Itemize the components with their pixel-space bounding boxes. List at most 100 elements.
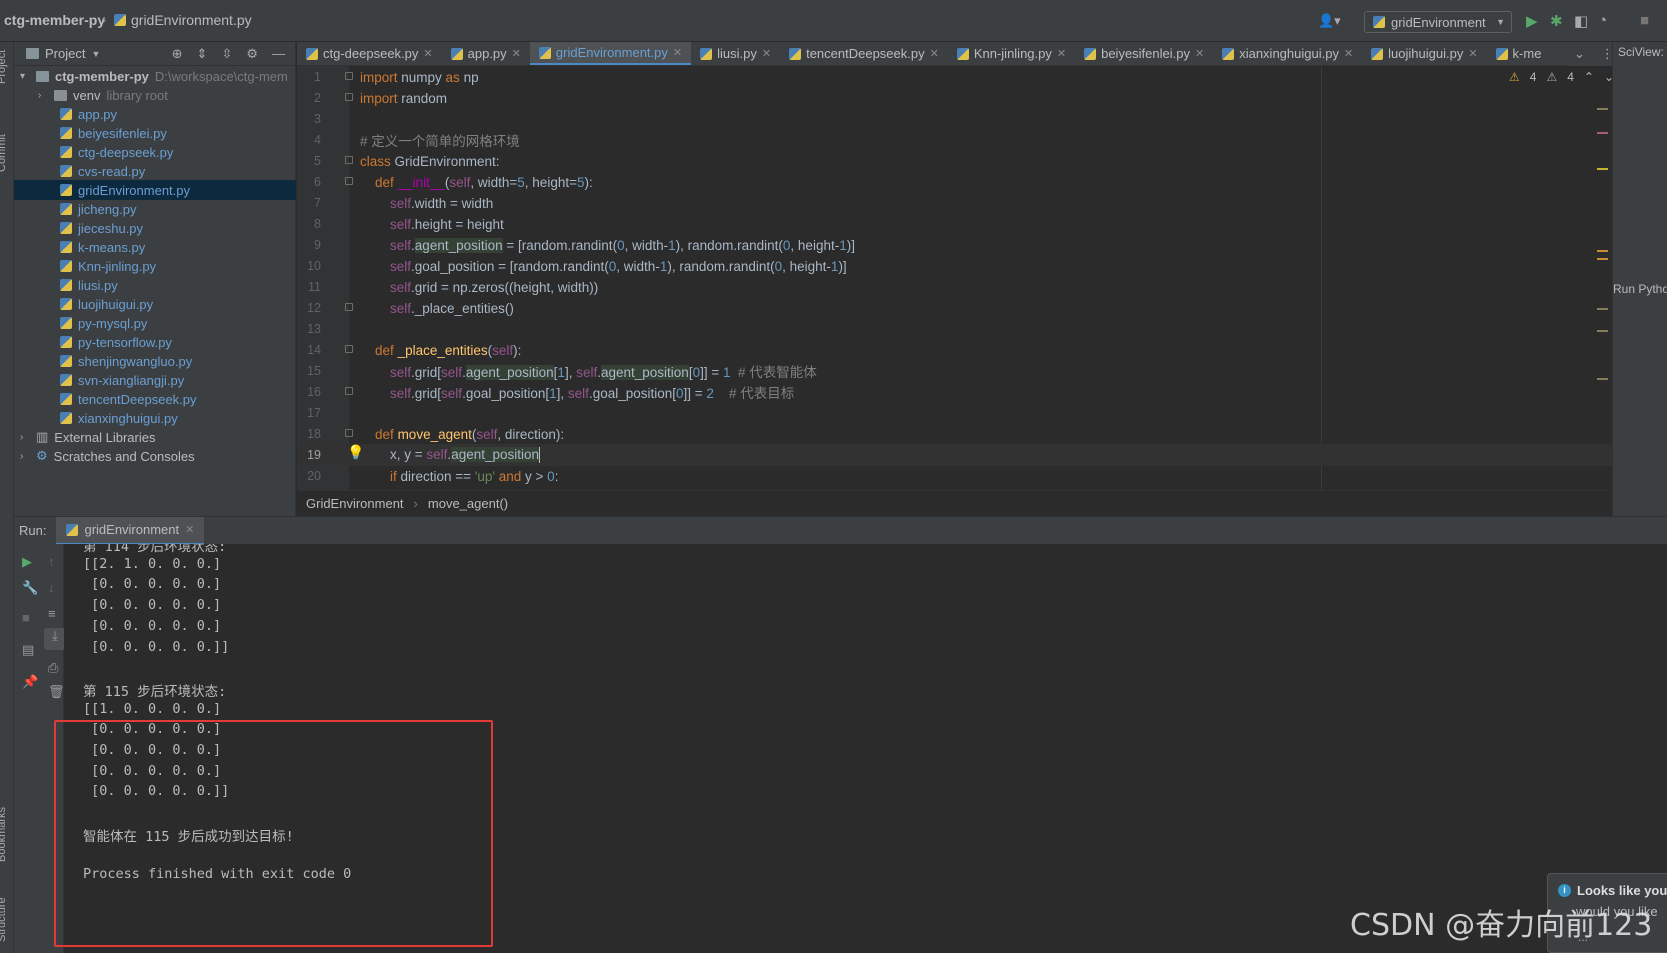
close-icon[interactable]: ✕ [1468, 47, 1477, 60]
soft-wrap-icon[interactable]: ≡ [48, 606, 56, 621]
tree-file[interactable]: py-mysql.py [14, 313, 296, 333]
scroll-marker[interactable] [1597, 108, 1608, 110]
close-icon[interactable]: ✕ [1344, 47, 1353, 60]
tree-file[interactable]: beiyesifenlei.py [14, 123, 296, 143]
tree-file[interactable]: k-means.py [14, 237, 296, 257]
tree-file[interactable]: shenjingwangluo.py [14, 351, 296, 371]
code-editor[interactable]: ⚠ 4 ⚠ 4 ⌃ ⌄ 1 import numpy as np 2 import ra… [297, 66, 1612, 490]
chevron-right-icon[interactable]: › [20, 451, 30, 462]
print-icon[interactable]: ⎙ [48, 660, 58, 676]
tree-file[interactable]: svn-xiangliangji.py [14, 370, 296, 390]
editor-tab[interactable]: Knn-jinling.py ✕ [948, 42, 1075, 65]
scroll-to-end-icon[interactable]: ⤓ [44, 628, 66, 650]
chevron-down-icon[interactable]: ⌄ [1574, 46, 1585, 62]
fold-icon[interactable] [345, 429, 353, 437]
stop-icon[interactable]: ■ [22, 610, 30, 625]
editor-tab[interactable]: beiyesifenlei.py ✕ [1075, 42, 1213, 65]
expand-all-icon[interactable]: ⇕ [197, 46, 208, 62]
editor-tab[interactable]: liusi.py ✕ [691, 42, 780, 65]
chevron-right-icon[interactable]: › [20, 432, 30, 443]
fold-icon[interactable] [345, 303, 353, 311]
close-icon[interactable]: ✕ [930, 47, 939, 60]
tree-file[interactable]: cvs-read.py [14, 161, 296, 181]
project-tool-tab[interactable]: Project [0, 50, 8, 84]
bookmarks-tool-tab[interactable]: Bookmarks [0, 807, 8, 862]
editor-tab[interactable]: ctg-deepseek.py ✕ [297, 42, 442, 65]
tree-file[interactable]: tencentDeepseek.py [14, 389, 296, 409]
arrow-up-icon[interactable]: ↑ [48, 554, 55, 569]
rerun-icon[interactable]: ▶ [22, 554, 32, 570]
locate-icon[interactable]: ⊕ [172, 46, 183, 62]
close-icon[interactable]: ✕ [762, 47, 771, 60]
breadcrumb-method[interactable]: move_agent() [428, 496, 508, 511]
close-icon[interactable]: ✕ [512, 47, 521, 60]
tree-file[interactable]: Knn-jinling.py [14, 256, 296, 276]
fold-icon[interactable] [345, 345, 353, 353]
editor-tab[interactable]: luojihuigui.py ✕ [1362, 42, 1486, 65]
run-config-select[interactable]: gridEnvironment ▼ [1364, 11, 1512, 33]
sciview-tool-tab[interactable]: SciView: [1618, 45, 1664, 59]
hide-icon[interactable]: — [272, 46, 285, 62]
gear-icon[interactable]: ⚙ [246, 46, 258, 62]
trash-icon[interactable]: 🗑 [48, 684, 65, 700]
fold-icon[interactable] [345, 156, 353, 164]
tree-file[interactable]: py-tensorflow.py [14, 332, 296, 352]
tree-file[interactable]: app.py [14, 104, 296, 124]
arrow-down-icon[interactable]: ↓ [48, 580, 55, 595]
scroll-marker[interactable] [1597, 168, 1608, 170]
tree-root[interactable]: ▾ ctg-member-py D:\workspace\ctg-mem [14, 66, 296, 86]
chevron-down-icon[interactable]: ▼ [91, 49, 100, 59]
tree-file[interactable]: jieceshu.py [14, 218, 296, 238]
tree-venv[interactable]: › venv library root [14, 85, 296, 105]
stop-icon[interactable]: ■ [1640, 12, 1649, 29]
tree-file[interactable]: luojihuigui.py [14, 294, 296, 314]
user-icon[interactable]: 👤▾ [1318, 13, 1341, 29]
tree-file[interactable]: liusi.py [14, 275, 296, 295]
tree-file[interactable]: ctg-deepseek.py [14, 142, 296, 162]
tree-file[interactable]: xianxinghuigui.py [14, 408, 296, 428]
editor-tab[interactable]: gridEnvironment.py ✕ [529, 42, 692, 65]
editor-tab[interactable]: tencentDeepseek.py ✕ [780, 42, 948, 65]
run-tab[interactable]: gridEnvironment ✕ [56, 516, 205, 545]
close-icon[interactable]: ✕ [673, 46, 682, 59]
fold-icon[interactable] [345, 93, 353, 101]
scroll-marker[interactable] [1597, 378, 1608, 380]
tree-file[interactable]: gridEnvironment.py [14, 180, 296, 200]
wrench-icon[interactable]: 🔧 [22, 580, 38, 596]
breadcrumb-class[interactable]: GridEnvironment [306, 496, 404, 511]
fold-icon[interactable] [345, 72, 353, 80]
commit-tool-tab[interactable]: Commit [0, 134, 8, 172]
close-icon[interactable]: ✕ [185, 523, 194, 536]
debug-icon[interactable]: ✱ [1550, 12, 1563, 30]
coverage-icon[interactable]: ◧ [1574, 12, 1588, 30]
layout-icon[interactable]: ▤ [22, 642, 34, 658]
pin-icon[interactable]: 📌 [22, 674, 38, 690]
structure-tool-tab[interactable]: Structure [0, 897, 8, 942]
chevron-down-icon[interactable]: ▾ [20, 71, 30, 82]
project-name[interactable]: ctg-member-py [4, 12, 105, 28]
tree-external-libraries[interactable]: › ▥ External Libraries [14, 427, 296, 447]
scroll-marker[interactable] [1597, 250, 1608, 252]
run-icon[interactable]: ▶ [1526, 12, 1538, 30]
profile-icon[interactable]: ◔ [1598, 12, 1607, 29]
fold-icon[interactable] [345, 387, 353, 395]
scroll-marker[interactable] [1597, 132, 1608, 134]
editor-tab[interactable]: k-me [1487, 42, 1551, 65]
tree-scratches[interactable]: › ⚙ Scratches and Consoles [14, 446, 296, 466]
collapse-all-icon[interactable]: ⇳ [221, 46, 232, 62]
editor-tab[interactable]: app.py ✕ [442, 42, 530, 65]
run-python-tool-tab[interactable]: Run Pytho [1613, 282, 1667, 296]
scroll-marker[interactable] [1597, 258, 1608, 260]
console-output[interactable]: 第 114 步后环境状态: [[2. 1. 0. 0. 0.] [0. 0. 0.… [64, 544, 1667, 953]
current-file-crumb[interactable]: gridEnvironment.py [114, 12, 252, 28]
tree-file[interactable]: jicheng.py [14, 199, 296, 219]
project-panel-title[interactable]: Project [45, 46, 85, 61]
close-icon[interactable]: ✕ [1195, 47, 1204, 60]
chevron-right-icon[interactable]: › [38, 90, 48, 101]
editor-tab[interactable]: xianxinghuigui.py ✕ [1213, 42, 1362, 65]
scroll-marker[interactable] [1597, 330, 1608, 332]
close-icon[interactable]: ✕ [1057, 47, 1066, 60]
close-icon[interactable]: ✕ [423, 47, 432, 60]
fold-icon[interactable] [345, 177, 353, 185]
scroll-marker[interactable] [1597, 308, 1608, 310]
